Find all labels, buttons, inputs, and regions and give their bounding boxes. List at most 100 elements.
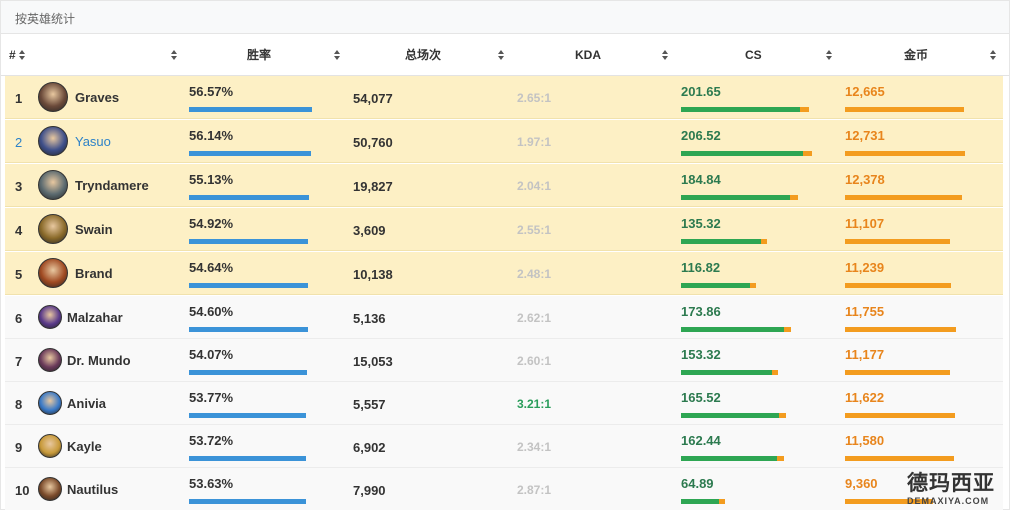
sort-hero-icon[interactable] [171,50,178,60]
sort-gold-icon[interactable] [990,50,997,60]
winrate-bar [189,239,309,244]
cs-value: 162.44 [681,433,721,448]
kda-value: 2.60:1 [517,354,552,368]
rank-number: 6 [15,311,23,326]
table-row[interactable]: 3 Tryndamere 55.13% 19,827 2.04:1 184.84 12,37… [5,164,1003,207]
winrate-value: 55.13% [189,172,234,187]
games-count: 15,053 [353,354,393,369]
tryndamere-avatar-icon[interactable] [38,170,68,200]
kda-value: 1.97:1 [517,135,552,149]
kda-value: 2.04:1 [517,179,552,193]
table-row[interactable]: 4 Swain 54.92% 3,609 2.55:1 135.32 11,107 [5,208,1003,251]
cs-bar [681,456,777,461]
cs-bar [681,327,784,332]
cs-bar-track [681,456,784,461]
hero-name[interactable]: Graves [75,90,119,105]
cs-bar [681,283,750,288]
games-count: 10,138 [353,267,393,282]
gold-value: 11,755 [845,304,885,319]
cs-bar-track [681,499,726,504]
rank-number: 7 [15,354,23,369]
gold-value: 11,622 [845,390,885,405]
games-count: 54,077 [353,91,393,106]
rank-number: 9 [15,440,23,455]
sort-winrate-icon[interactable] [334,50,341,60]
watermark-cn: 德玛西亚 [907,471,995,495]
gold-bar [845,107,965,112]
cs-bar-track [681,151,812,156]
table-row[interactable]: 6 Malzahar 54.60% 5,136 2.62:1 173.86 11,755 [5,296,1003,339]
column-header-winrate[interactable]: 胜率 [247,34,271,76]
rank-number: 4 [15,223,23,238]
winrate-bar [189,283,308,288]
hero-name[interactable]: Brand [75,266,113,281]
kayle-avatar-icon[interactable] [38,434,62,458]
gold-bar [845,370,951,375]
games-count: 50,760 [353,135,393,150]
hero-name[interactable]: Nautilus [67,482,118,497]
games-count: 5,557 [353,397,386,412]
anivia-avatar-icon[interactable] [38,391,62,415]
gold-bar [845,283,951,288]
kda-value: 2.65:1 [517,91,552,105]
table-row[interactable]: 7 Dr. Mundo 54.07% 15,053 2.60:1 153.32 11,177 [5,339,1003,382]
malzahar-avatar-icon[interactable] [38,305,62,329]
drmundo-avatar-icon[interactable] [38,348,62,372]
column-header-gold[interactable]: 金币 [904,34,928,76]
hero-name[interactable]: Malzahar [67,310,123,325]
hero-name[interactable]: Swain [75,222,113,237]
sort-cs-icon[interactable] [826,50,833,60]
cs-bar [681,107,801,112]
hero-name[interactable]: Tryndamere [75,178,149,193]
winrate-value: 53.63% [189,476,234,491]
column-header-games[interactable]: 总场次 [405,34,441,76]
column-header-kda[interactable]: KDA [575,34,601,76]
swain-avatar-icon[interactable] [38,214,68,244]
cs-value: 173.86 [681,304,721,319]
cs-bar-track [681,239,767,244]
table-row[interactable]: 9 Kayle 53.72% 6,902 2.34:1 162.44 11,580 [5,425,1003,468]
nautilus-avatar-icon[interactable] [38,477,62,501]
panel-header: 按英雄统计 [1,1,1009,34]
sort-kda-icon[interactable] [662,50,669,60]
rank-number: 8 [15,397,23,412]
gold-bar [845,195,962,200]
brand-avatar-icon[interactable] [38,258,68,288]
hero-name[interactable]: Yasuo [75,134,111,149]
cs-bar [681,413,779,418]
kda-value: 3.21:1 [517,397,552,411]
winrate-value: 53.72% [189,433,234,448]
column-header-rank[interactable]: # [9,34,16,76]
table-row[interactable]: 5 Brand 54.64% 10,138 2.48:1 116.82 11,239 [5,252,1003,295]
kda-value: 2.55:1 [517,223,552,237]
hero-name[interactable]: Kayle [67,439,102,454]
gold-bar [845,327,956,332]
gold-bar [845,239,950,244]
hero-name[interactable]: Dr. Mundo [67,353,131,368]
table-row[interactable]: 2 Yasuo 56.14% 50,760 1.97:1 206.52 12,731 [5,120,1003,163]
kda-value: 2.34:1 [517,440,552,454]
games-count: 6,902 [353,440,386,455]
rank-number: 5 [15,267,23,282]
column-header-cs[interactable]: CS [745,34,762,76]
table-row[interactable]: 8 Anivia 53.77% 5,557 3.21:1 165.52 11,622 [5,382,1003,425]
yasuo-avatar-icon[interactable] [38,126,68,156]
sort-rank-icon[interactable] [19,50,26,60]
sort-games-icon[interactable] [498,50,505,60]
gold-value: 11,580 [845,433,885,448]
winrate-bar [189,327,308,332]
cs-value: 184.84 [681,172,721,187]
games-count: 7,990 [353,483,386,498]
rank-number: 3 [15,179,23,194]
cs-bar [681,239,761,244]
table-row[interactable]: 10 Nautilus 53.63% 7,990 2.87:1 64.89 9,360 [5,468,1003,510]
winrate-bar [189,499,306,504]
table-row[interactable]: 1 Graves 56.57% 54,077 2.65:1 201.65 12,665 [5,76,1003,119]
watermark-logo: 德玛西亚 DEMAXIYA.COM [907,467,1007,507]
winrate-value: 54.64% [189,260,234,275]
hero-name[interactable]: Anivia [67,396,106,411]
graves-avatar-icon[interactable] [38,82,68,112]
kda-value: 2.62:1 [517,311,552,325]
cs-bar-track [681,413,786,418]
cs-value: 201.65 [681,84,721,99]
